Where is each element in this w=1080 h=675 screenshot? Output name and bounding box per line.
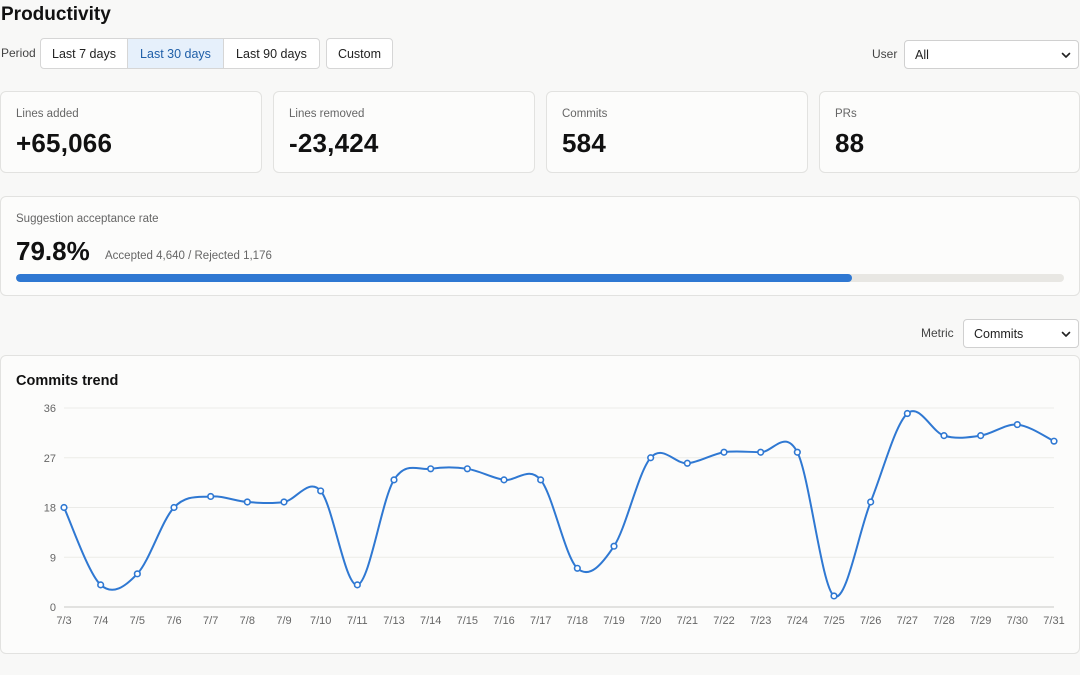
data-point xyxy=(903,409,911,418)
data-point xyxy=(940,432,948,440)
acceptance-progress-fill xyxy=(16,274,853,282)
data-point xyxy=(353,581,361,589)
stat-value: +65,066 xyxy=(16,128,113,158)
stat-value: -23,424 xyxy=(289,128,379,158)
stat-label: Lines added xyxy=(16,108,79,120)
acceptance-progress-track xyxy=(16,274,1064,282)
x-tick-label: 7/4 xyxy=(93,615,108,627)
user-filter-label: User xyxy=(872,47,898,61)
x-tick-label: 7/29 xyxy=(970,615,991,627)
data-point xyxy=(243,498,251,506)
acceptance-rate-label: Suggestion acceptance rate xyxy=(16,213,159,225)
data-point xyxy=(97,581,105,589)
y-tick-label: 18 xyxy=(44,503,56,515)
x-tick-label: 7/26 xyxy=(860,615,881,627)
data-point xyxy=(463,465,471,473)
x-tick-label: 7/8 xyxy=(240,615,255,627)
data-point xyxy=(977,432,985,440)
data-point xyxy=(757,448,765,456)
x-tick-label: 7/18 xyxy=(567,615,588,627)
data-point xyxy=(573,564,581,572)
x-tick-label: 7/13 xyxy=(383,615,404,627)
x-tick-label: 7/16 xyxy=(493,615,514,627)
x-tick-label: 7/27 xyxy=(897,615,918,627)
period-last-30-days-button[interactable]: Last 30 days xyxy=(128,39,224,68)
x-tick-label: 7/9 xyxy=(276,615,291,627)
metric-select[interactable]: Commits xyxy=(963,319,1079,348)
data-point xyxy=(867,498,875,506)
data-point xyxy=(1013,420,1021,429)
data-point xyxy=(60,503,68,512)
stat-value: 584 xyxy=(562,128,606,158)
data-point xyxy=(793,448,801,456)
x-tick-label: 7/22 xyxy=(713,615,734,627)
data-point xyxy=(207,492,215,501)
stat-card-lines-removed: Lines removed -23,424 xyxy=(273,91,535,173)
stat-label: PRs xyxy=(835,108,857,120)
x-tick-label: 7/25 xyxy=(823,615,844,627)
x-tick-label: 7/17 xyxy=(530,615,551,627)
x-tick-label: 7/23 xyxy=(750,615,771,627)
data-point xyxy=(280,498,288,506)
chart-title: Commits trend xyxy=(16,373,119,389)
metric-label: Metric xyxy=(921,326,954,340)
x-tick-label: 7/21 xyxy=(677,615,698,627)
period-label: Period xyxy=(1,46,36,60)
data-point xyxy=(830,592,838,600)
data-point xyxy=(500,476,508,484)
x-tick-label: 7/15 xyxy=(457,615,478,627)
data-point xyxy=(1050,437,1058,445)
data-point xyxy=(427,465,435,473)
x-tick-label: 7/24 xyxy=(787,615,808,627)
x-tick-label: 7/6 xyxy=(166,615,181,627)
stat-card-lines-added: Lines added +65,066 xyxy=(0,91,262,173)
user-select-value: All xyxy=(915,47,929,62)
commits-trend-chart: 0 9 18 27 36 7/3 7/4 7/5 7/6 7/7 7/8 7/9 7/10 7/11 7/1… xyxy=(44,403,1065,627)
y-tick-label: 9 xyxy=(50,552,56,564)
x-tick-label: 7/31 xyxy=(1043,615,1064,627)
chevron-down-icon xyxy=(1061,52,1071,58)
y-tick-label: 0 xyxy=(50,602,56,614)
y-tick-label: 36 xyxy=(44,403,56,415)
stat-card-prs: PRs 88 xyxy=(819,91,1080,173)
x-tick-label: 7/10 xyxy=(310,615,331,627)
chevron-down-icon xyxy=(1061,331,1071,337)
period-last-7-days-button[interactable]: Last 7 days xyxy=(41,39,128,68)
data-point xyxy=(170,503,178,512)
series-line xyxy=(63,410,1055,598)
data-point xyxy=(133,570,141,578)
period-segmented-control: Last 7 days Last 30 days Last 90 days xyxy=(40,38,320,69)
commits-trend-card: 0 9 18 27 36 7/3 7/4 7/5 7/6 7/7 7/8 7/9 7/10 7/11 7/1… xyxy=(0,355,1080,654)
data-point xyxy=(537,476,545,484)
data-point xyxy=(647,454,655,462)
x-tick-label: 7/28 xyxy=(933,615,954,627)
x-tick-label: 7/11 xyxy=(347,615,368,627)
stat-label: Commits xyxy=(562,108,608,120)
x-tick-label: 7/30 xyxy=(1007,615,1028,627)
data-point xyxy=(720,448,728,456)
data-point xyxy=(390,476,398,484)
stat-value: 88 xyxy=(835,128,865,158)
x-tick-label: 7/19 xyxy=(603,615,624,627)
data-point xyxy=(683,459,691,467)
data-point xyxy=(317,487,325,495)
acceptance-rate-card: Suggestion acceptance rate 79.8% Accepte… xyxy=(0,196,1080,296)
y-tick-label: 27 xyxy=(44,453,56,465)
user-select[interactable]: All xyxy=(904,40,1079,69)
x-tick-label: 7/3 xyxy=(56,615,71,627)
acceptance-rate-detail: Accepted 4,640 / Rejected 1,176 xyxy=(105,250,272,262)
x-tick-label: 7/5 xyxy=(130,615,145,627)
x-tick-label: 7/20 xyxy=(640,615,661,627)
data-point xyxy=(610,542,618,550)
stat-label: Lines removed xyxy=(289,108,365,120)
x-tick-label: 7/14 xyxy=(420,615,441,627)
stat-card-commits: Commits 584 xyxy=(546,91,808,173)
page-title: Productivity xyxy=(1,4,111,25)
metric-select-value: Commits xyxy=(974,326,1024,341)
x-tick-label: 7/7 xyxy=(203,615,218,627)
period-last-90-days-button[interactable]: Last 90 days xyxy=(224,39,319,68)
custom-period-button[interactable]: Custom xyxy=(326,38,393,69)
acceptance-rate-value: 79.8% xyxy=(16,236,90,266)
